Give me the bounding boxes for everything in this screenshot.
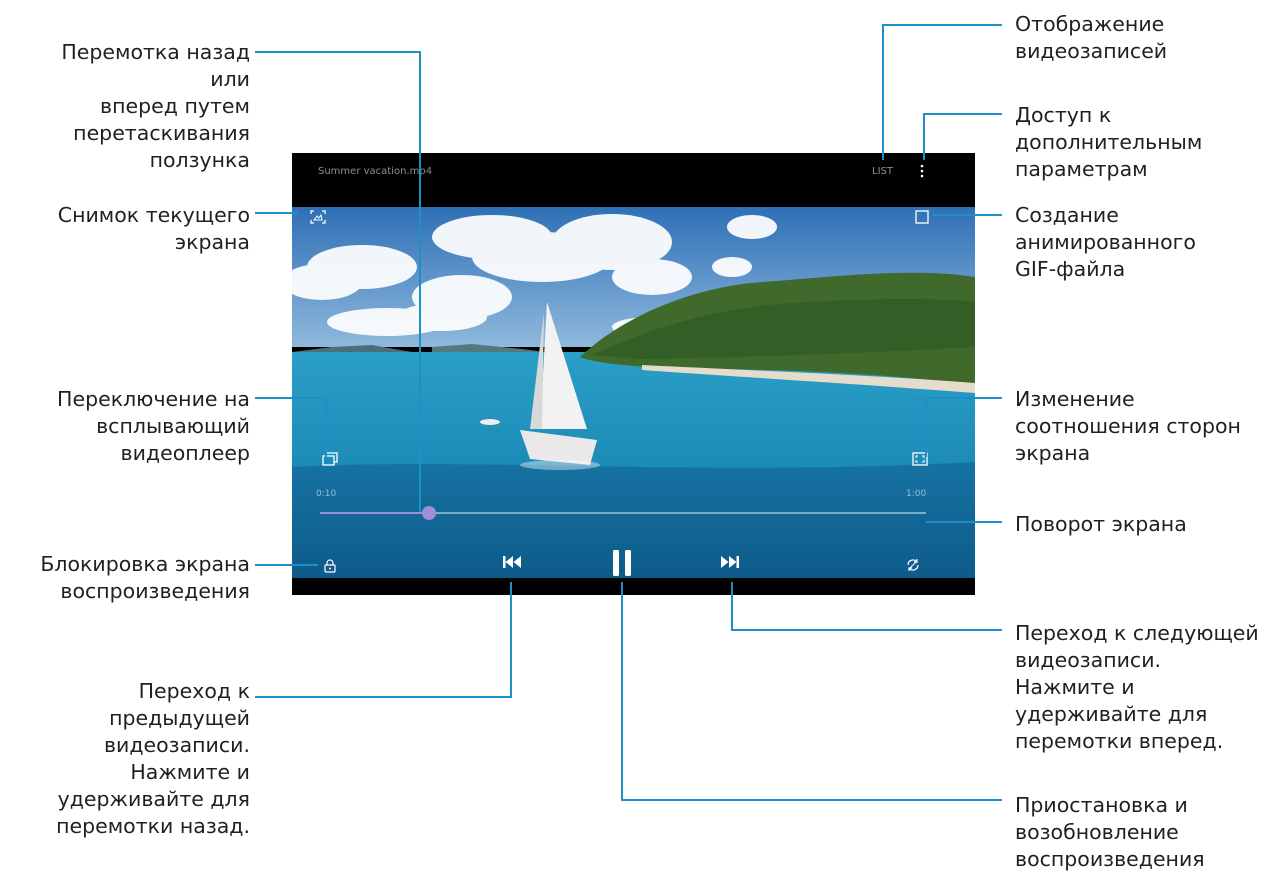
previous-icon[interactable] [502,554,522,574]
popup-player-icon[interactable] [322,451,338,470]
lock-icon[interactable] [324,558,336,577]
leader-previous [255,582,512,698]
seek-thumb[interactable] [422,506,437,520]
video-frame[interactable] [292,207,975,578]
gif-icon[interactable] [915,209,929,228]
capture-icon[interactable] [310,209,326,228]
leader-list [882,24,1002,160]
time-total: 1:00 [906,489,927,499]
time-current: 0:10 [316,489,337,499]
more-options-icon[interactable] [918,163,926,179]
list-button[interactable]: LIST [872,166,893,177]
leader-pause [621,582,1002,801]
next-icon[interactable] [720,554,740,574]
callout-lock: Блокировка экрана воспроизведения [40,552,250,603]
video-file-title: Summer vacation.mp4 [318,166,433,177]
callout-capture: Снимок текущего экрана [57,203,250,254]
callout-seek: Перемотка назад или вперед путем перетас… [61,40,250,172]
callout-pause: Приостановка и возобновление воспроизвед… [1015,793,1205,871]
seek-progress [320,512,430,514]
callout-gif: Создание анимированного GIF-файла [1015,203,1196,281]
callout-rotate: Поворот экрана [1015,512,1187,536]
video-player: Summer vacation.mp4 LIST 0:10 1:00 [292,153,975,595]
aspect-ratio-icon[interactable] [912,451,928,470]
callout-aspect-ratio: Изменение соотношения сторон экрана [1015,387,1241,465]
seek-bar[interactable] [320,506,926,520]
rotate-icon[interactable] [905,557,921,577]
callout-list: Отображение видеозаписей [1015,12,1168,63]
pause-icon[interactable] [610,549,634,581]
callout-previous: Переход к предыдущей видеозаписи. Нажмит… [56,679,250,838]
callout-next: Переход к следующей видеозаписи. Нажмите… [1015,621,1259,753]
callout-popup-player: Переключение на всплывающий видеоплеер [57,387,250,465]
callout-more-options: Доступ к дополнительным параметрам [1015,103,1203,181]
